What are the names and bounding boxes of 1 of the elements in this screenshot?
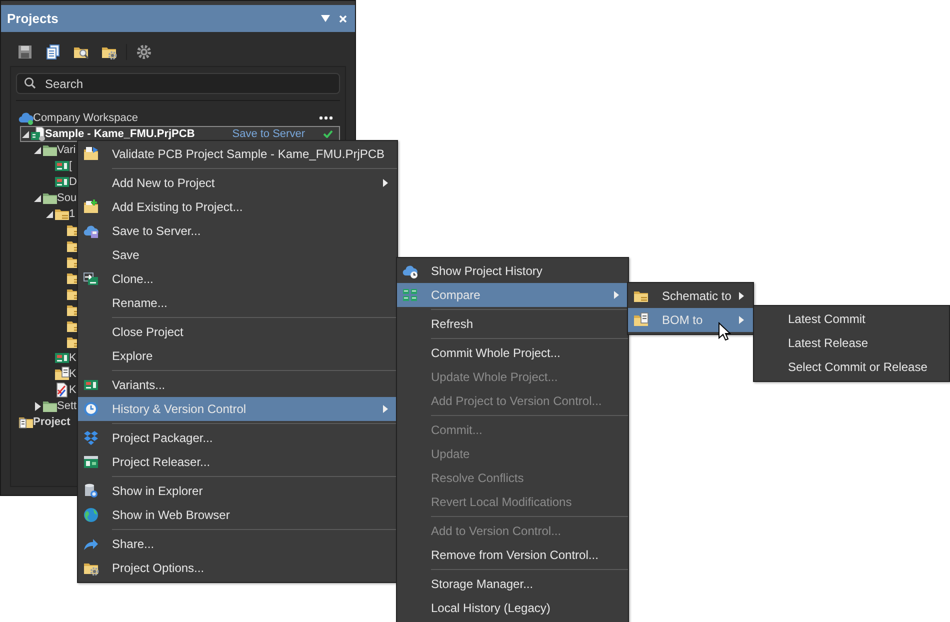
panel-title: Projects [7, 11, 60, 26]
